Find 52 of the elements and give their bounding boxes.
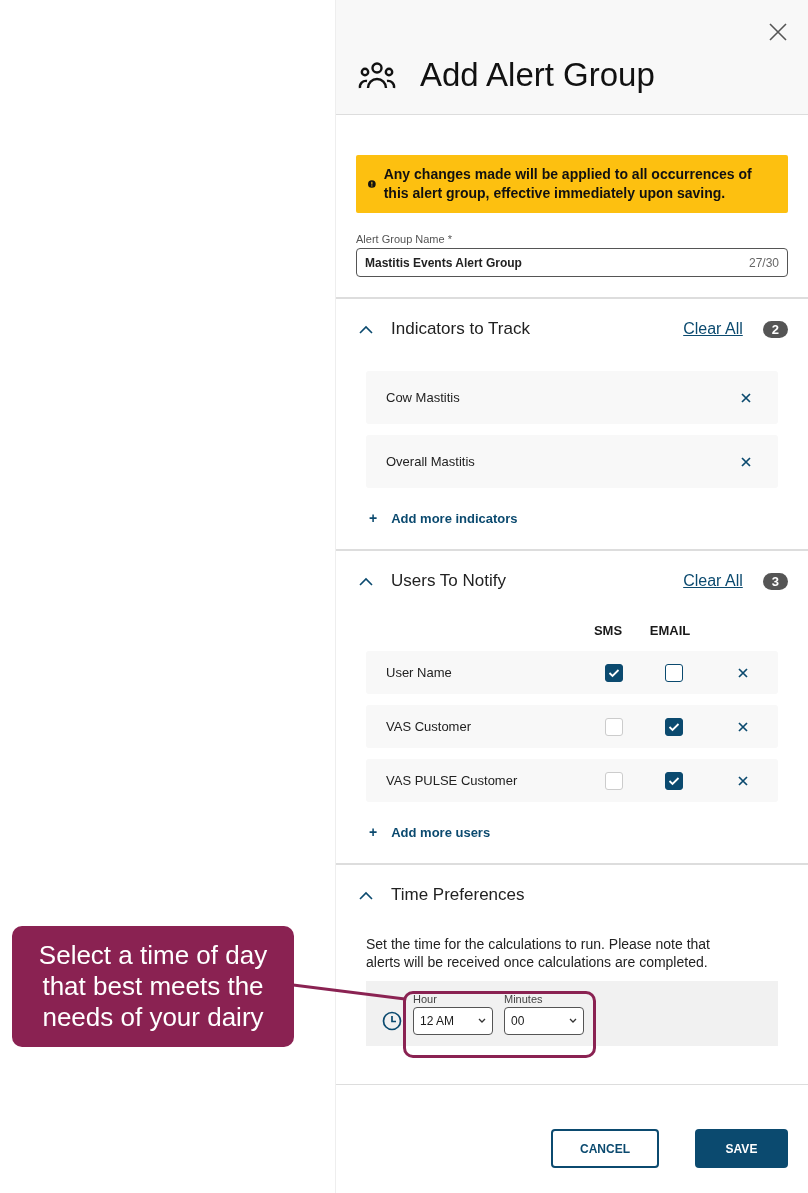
email-checkbox[interactable] [665,771,683,790]
clock-icon [382,1010,402,1031]
chevron-icon[interactable] [359,324,373,334]
check-icon [668,721,680,732]
check-icon [608,667,620,678]
name-input-field[interactable]: Mastitis Events Alert Group 27/30 [356,248,788,277]
minutes-select[interactable]: 00 [504,1006,584,1035]
section-title: Users To Notify [391,571,507,591]
add-more-link[interactable]: Add more users [391,824,491,840]
panel-title: Add Alert Group [420,56,655,94]
close-icon[interactable] [769,23,787,41]
user-name: VAS Customer [386,719,472,734]
alert-icon [368,177,376,191]
email-checkbox[interactable] [665,663,683,682]
people-icon [358,61,396,89]
count-badge: 2 [762,320,788,338]
email-checkbox[interactable] [665,717,683,736]
clear-all-link[interactable]: Clear All [683,320,743,338]
chevron-icon[interactable] [359,576,373,586]
plus-icon[interactable]: + [369,824,378,840]
user-name: User Name [386,665,453,680]
add-more-link[interactable]: Add more indicators [391,510,518,526]
hour-select[interactable]: 12 AM [413,1006,493,1035]
warning-text: Any changes made will be applied to all occurrences of this alert group, effective immediately upon saving. [383,165,753,203]
remove-icon[interactable] [738,775,748,786]
count-badge: 3 [762,572,788,590]
check-icon [668,775,680,786]
indicator-name: Overall Mastitis [386,454,476,469]
sms-checkbox[interactable] [605,663,623,682]
save-button[interactable]: SAVE [695,1129,788,1168]
minutes-label: Minutes [504,992,544,1005]
remove-icon[interactable] [738,667,748,678]
user-name: VAS PULSE Customer [386,773,519,788]
time-note: Set the time for the calculations to run. Please note that alerts will be received once calculations are completed. [366,935,711,971]
callout-box: Select a time of day that best meets the needs of your dairy [12,926,294,1047]
column-header: EMAIL [648,623,692,638]
remove-icon[interactable] [741,392,751,403]
cancel-button[interactable]: CANCEL [551,1129,659,1168]
clear-all-link[interactable]: Clear All [683,572,743,590]
section-title: Time Preferences [391,885,526,905]
section-title: Indicators to Track [391,319,531,339]
chevron-icon[interactable] [359,890,373,900]
caret-icon [478,1018,486,1023]
indicator-name: Cow Mastitis [386,390,461,405]
character-counter: 27/30 [748,255,779,270]
hour-label: Hour [413,992,438,1005]
remove-icon[interactable] [741,456,751,467]
caret-icon [569,1018,577,1023]
column-header: SMS [592,623,624,638]
remove-icon[interactable] [738,721,748,732]
plus-icon[interactable]: + [369,510,378,526]
field-label: Alert Group Name * [356,233,453,245]
